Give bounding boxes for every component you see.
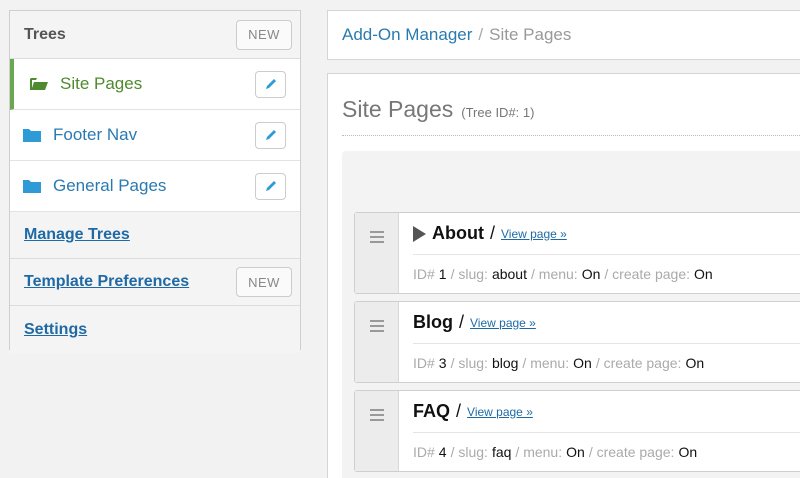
folder-open-icon (30, 78, 48, 90)
tree-item-label: Site Pages (60, 74, 143, 93)
id-value: 4 (438, 444, 447, 460)
view-page-link[interactable]: View page » (470, 316, 536, 330)
create-page-label: / create page: (588, 444, 675, 460)
page-card-blog: Blog / View page » ID# 3 / slug: blog / … (354, 301, 800, 383)
id-value: 1 (438, 266, 447, 282)
title-separator: / (456, 401, 462, 421)
id-label: ID# (413, 266, 435, 282)
menu-label: / menu: (522, 355, 570, 371)
tree-item-general-pages[interactable]: General Pages (10, 161, 300, 212)
title-separator: / (489, 223, 495, 243)
page-title: Site Pages (Tree ID#: 1) (342, 96, 534, 123)
page-title-text: Blog (413, 312, 453, 332)
manage-trees-link[interactable]: Manage Trees (24, 226, 130, 244)
new-tree-button[interactable]: NEW (236, 19, 292, 50)
tree-id-label: (Tree ID#: 1) (461, 105, 535, 120)
expand-arrow-icon[interactable] (413, 225, 426, 242)
page-meta: ID# 1 / slug: about / menu: On / create … (413, 255, 800, 293)
create-page-value: On (678, 444, 698, 460)
slug-value: about (491, 266, 527, 282)
breadcrumb: Add-On Manager / Site Pages (327, 10, 800, 60)
tree-item-label: Footer Nav (53, 125, 138, 144)
drag-handle-icon (370, 231, 384, 246)
create-page-value: On (694, 266, 713, 282)
edit-tree-button[interactable] (255, 172, 286, 200)
menu-label: / menu: (531, 266, 578, 282)
view-page-link[interactable]: View page » (467, 405, 533, 419)
create-page-label: / create page: (595, 355, 682, 371)
sidebar-title: Trees (24, 25, 66, 43)
folder-icon (23, 129, 41, 142)
pencil-icon (265, 130, 276, 140)
edit-tree-button[interactable] (255, 70, 286, 98)
trees-sidebar: Trees NEW Site Pages Footer Nav General … (9, 10, 301, 353)
manage-trees-row: Manage Trees (10, 212, 300, 259)
id-label: ID# (413, 355, 435, 371)
page-meta: ID# 4 / slug: faq / menu: On / create pa… (413, 433, 800, 471)
id-label: ID# (413, 444, 435, 460)
create-page-value: On (685, 355, 705, 371)
pencil-icon (265, 79, 276, 89)
page-card-about: About / View page » ID# 1 / slug: about … (354, 212, 800, 294)
settings-row: Settings (10, 306, 300, 353)
breadcrumb-parent-link[interactable]: Add-On Manager (342, 25, 472, 45)
template-preferences-link[interactable]: Template Preferences (24, 273, 189, 291)
tree-item-label: General Pages (53, 176, 167, 195)
menu-value: On (566, 444, 585, 460)
title-separator: / (459, 312, 465, 332)
menu-value: On (581, 266, 601, 282)
slug-label: / slug: (450, 444, 488, 460)
drag-handle[interactable] (355, 213, 399, 293)
menu-value: On (573, 355, 592, 371)
title-divider (342, 135, 800, 136)
view-page-link[interactable]: View page » (501, 227, 567, 241)
drag-handle-icon (370, 409, 384, 424)
tree-title: Site Pages (342, 96, 454, 122)
new-template-preference-button[interactable]: NEW (236, 267, 292, 297)
page-card-faq: FAQ / View page » ID# 4 / slug: faq / me… (354, 390, 800, 472)
page-title-text: FAQ (413, 401, 451, 421)
edit-tree-button[interactable] (255, 121, 286, 149)
tree-item-site-pages[interactable]: Site Pages (10, 59, 300, 110)
breadcrumb-separator: / (478, 25, 484, 44)
tree-item-footer-nav[interactable]: Footer Nav (10, 110, 300, 161)
slug-label: / slug: (450, 266, 488, 282)
page-meta: ID# 3 / slug: blog / menu: On / create p… (413, 344, 800, 382)
breadcrumb-current: Site Pages (489, 25, 572, 44)
create-page-label: / create page: (604, 266, 691, 282)
drag-handle-icon (370, 320, 384, 335)
drag-handle[interactable] (355, 391, 399, 471)
sidebar-header: Trees NEW (10, 11, 300, 59)
slug-value: blog (491, 355, 519, 371)
menu-label: / menu: (515, 444, 563, 460)
slug-label: / slug: (450, 355, 488, 371)
pencil-icon (265, 181, 276, 191)
slug-value: faq (491, 444, 512, 460)
id-value: 3 (438, 355, 447, 371)
settings-link[interactable]: Settings (24, 321, 87, 339)
template-preferences-row: Template Preferences NEW (10, 259, 300, 306)
drag-handle[interactable] (355, 302, 399, 382)
page-title-text: About (432, 223, 484, 243)
folder-icon (23, 180, 41, 193)
